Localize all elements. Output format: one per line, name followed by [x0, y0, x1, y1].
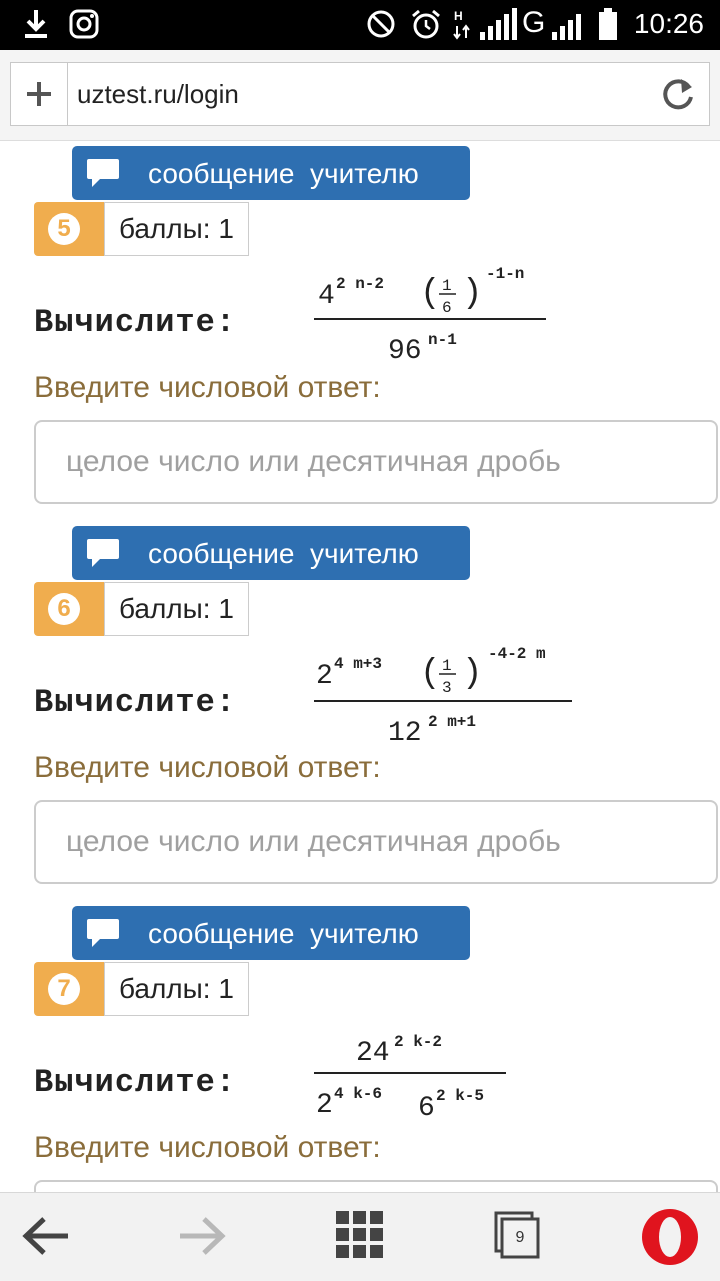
- answer-input[interactable]: [34, 1180, 718, 1192]
- fraction-denominator: 6: [442, 299, 452, 317]
- signal-icon: [550, 8, 586, 47]
- right-paren: ): [462, 275, 482, 313]
- calculate-label: Вычислите:: [34, 684, 237, 721]
- answer-label: Введите числовой ответ:: [34, 1131, 381, 1164]
- numerator-exponent: 2 k-2: [394, 1033, 442, 1051]
- question-7: сообщение учителю 7 баллы: 1 Вычислите: …: [0, 906, 720, 1192]
- do-not-disturb-icon: [366, 8, 396, 45]
- denominator-exponent-2: 2 k-5: [436, 1087, 484, 1105]
- denominator-base-1: 2: [316, 1090, 333, 1121]
- opera-menu-icon[interactable]: [640, 1207, 700, 1272]
- question-number: 7: [48, 973, 80, 1005]
- numerator-base: 24: [356, 1038, 390, 1069]
- forward-arrow-icon[interactable]: [178, 1211, 226, 1266]
- points-label: баллы: 1: [104, 202, 249, 256]
- tabs-icon[interactable]: 9: [494, 1211, 542, 1261]
- svg-text:H: H: [454, 9, 463, 23]
- answer-input[interactable]: [34, 800, 718, 884]
- denominator-exponent: 2 m+1: [428, 713, 476, 731]
- points-label: баллы: 1: [104, 962, 249, 1016]
- answer-input[interactable]: [34, 420, 718, 504]
- numerator-base: 2: [316, 661, 333, 692]
- question-number-badge: 7: [34, 962, 104, 1016]
- fraction-numerator: 1: [442, 277, 452, 295]
- browser-toolbar: uztest.ru/login: [0, 50, 720, 141]
- denominator-base: 96: [388, 336, 422, 367]
- url-text[interactable]: uztest.ru/login: [77, 79, 239, 110]
- fraction-exponent: -4-2 m: [488, 645, 546, 663]
- question-5: сообщение учителю 5 баллы: 1 Вычислите: …: [0, 146, 720, 526]
- right-paren: ): [462, 655, 482, 693]
- signal-icon: [478, 8, 518, 47]
- instagram-icon: [68, 8, 100, 45]
- denominator-exponent: n-1: [428, 331, 457, 349]
- message-teacher-button[interactable]: сообщение учителю: [72, 906, 470, 960]
- message-teacher-label: сообщение учителю: [148, 918, 419, 949]
- math-formula: 4 2 n-2 ( 1 6 ) -1-n 96 n-1: [314, 265, 546, 367]
- reload-icon[interactable]: [659, 75, 697, 118]
- message-teacher-label: сообщение учителю: [148, 158, 419, 189]
- math-formula: 2 4 m+3 ( 1 3 ) -4-2 m 12 2 m+1: [314, 645, 572, 749]
- left-paren: (: [420, 275, 440, 313]
- question-number-badge: 6: [34, 582, 104, 636]
- fraction-exponent: -1-n: [486, 265, 524, 283]
- address-bar[interactable]: uztest.ru/login: [10, 62, 710, 126]
- numerator-exponent: 4 m+3: [334, 655, 382, 673]
- back-arrow-icon[interactable]: [22, 1211, 70, 1266]
- question-6: сообщение учителю 6 баллы: 1 Вычислите: …: [0, 526, 720, 906]
- status-bar: H G 10:26: [0, 0, 720, 50]
- denominator-base: 12: [388, 718, 422, 749]
- question-number-badge: 5: [34, 202, 104, 256]
- bottom-navigation: 9: [0, 1192, 720, 1281]
- denominator-base-2: 6: [418, 1093, 435, 1124]
- chat-bubble-icon: [86, 538, 120, 575]
- clock: 10:26: [633, 8, 704, 39]
- network-type: G: [522, 6, 546, 39]
- message-teacher-label: сообщение учителю: [148, 538, 419, 569]
- question-number: 6: [48, 593, 80, 625]
- question-number: 5: [48, 213, 80, 245]
- data-transfer-icon: H: [452, 8, 472, 47]
- denominator-exponent-1: 4 k-6: [334, 1085, 382, 1103]
- speed-dial-grid-icon[interactable]: [336, 1211, 384, 1264]
- answer-label: Введите числовой ответ:: [34, 371, 381, 404]
- plus-icon[interactable]: [11, 63, 68, 125]
- calculate-label: Вычислите:: [34, 304, 237, 341]
- left-paren: (: [420, 655, 440, 693]
- message-teacher-button[interactable]: сообщение учителю: [72, 146, 470, 200]
- chat-bubble-icon: [86, 918, 120, 955]
- points-label: баллы: 1: [104, 582, 249, 636]
- calculate-label: Вычислите:: [34, 1064, 237, 1101]
- tabs-count: 9: [515, 1229, 525, 1246]
- battery-icon: [598, 8, 618, 47]
- math-formula: 24 2 k-2 2 4 k-6 6 2 k-5: [314, 1033, 506, 1124]
- download-icon: [22, 8, 50, 45]
- answer-label: Введите числовой ответ:: [34, 751, 381, 784]
- alarm-icon: [410, 8, 442, 45]
- fraction-denominator: 3: [442, 679, 452, 697]
- page-content: сообщение учителю 5 баллы: 1 Вычислите: …: [0, 140, 720, 1192]
- chat-bubble-icon: [86, 158, 120, 195]
- numerator-exponent: 2 n-2: [336, 275, 384, 293]
- message-teacher-button[interactable]: сообщение учителю: [72, 526, 470, 580]
- fraction-numerator: 1: [442, 657, 452, 675]
- numerator-base: 4: [318, 281, 335, 312]
